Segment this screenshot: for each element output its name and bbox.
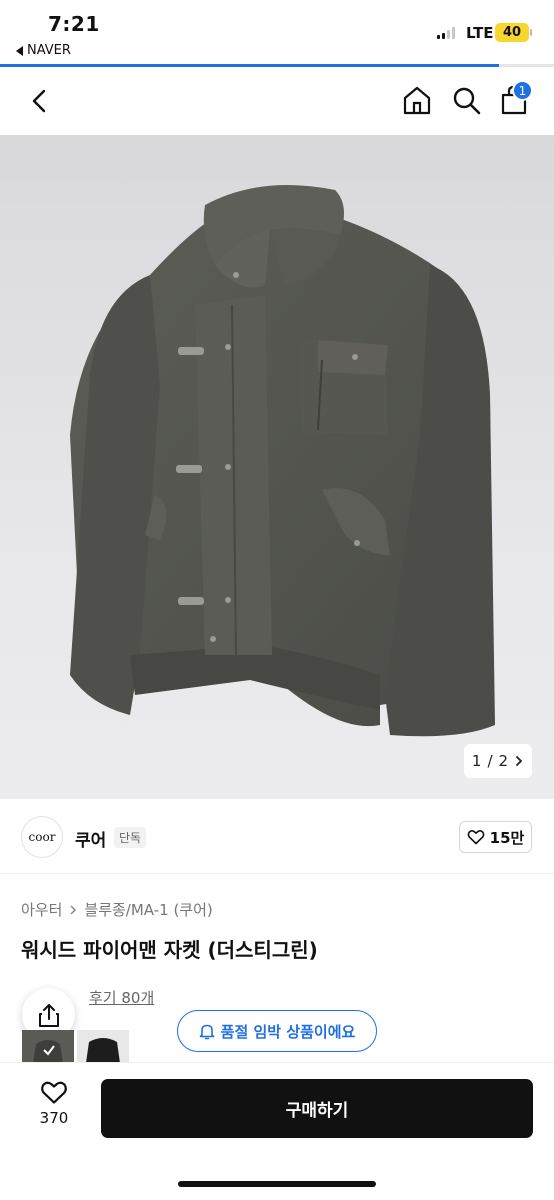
home-indicator	[178, 1181, 376, 1187]
low-stock-label: 품절 임박 상품이에요	[220, 1022, 356, 1041]
image-counter-total: 2	[498, 752, 509, 770]
signal-bar	[437, 35, 440, 39]
breadcrumb-subcategory[interactable]: 블루종/MA-1 (쿠어)	[84, 899, 212, 920]
search-icon[interactable]	[449, 83, 483, 117]
brand-like-button[interactable]: 15만	[459, 821, 532, 853]
signal-bar	[442, 33, 445, 39]
status-bar: 7:21 NAVER LTE 40	[0, 0, 554, 64]
battery-indicator: 40	[495, 23, 529, 42]
buy-button[interactable]: 구매하기	[101, 1079, 533, 1138]
image-counter-separator: /	[487, 752, 493, 770]
product-image[interactable]	[0, 135, 554, 799]
back-app-label: NAVER	[27, 43, 71, 58]
image-counter[interactable]: 1 / 2	[464, 744, 532, 778]
brand-logo[interactable]: coor	[21, 816, 63, 858]
back-to-app-link[interactable]: NAVER	[16, 43, 71, 58]
share-icon	[38, 1003, 59, 1027]
chevron-left-icon[interactable]	[24, 85, 56, 117]
heart-outline-icon	[41, 1081, 67, 1104]
cart-count-badge: 1	[512, 80, 533, 101]
brand-row: coor 쿠어 단독 15만	[0, 800, 554, 874]
network-type: LTE	[466, 24, 494, 42]
brand-like-count: 15만	[489, 828, 525, 847]
top-navigation	[0, 67, 554, 135]
home-icon[interactable]	[400, 83, 434, 117]
jacket-photo	[70, 185, 495, 737]
image-counter-current: 1	[471, 752, 482, 770]
signal-bar	[447, 30, 450, 39]
back-triangle-icon	[16, 45, 23, 56]
review-link[interactable]: 후기 80개	[89, 987, 154, 1008]
brand-name[interactable]: 쿠어	[75, 826, 106, 851]
wishlist-count: 370	[39, 1109, 69, 1127]
wishlist-button[interactable]: 370	[26, 1080, 82, 1140]
signal-strength-icon	[437, 27, 455, 39]
chevron-right-icon	[516, 756, 523, 766]
breadcrumb: 아우터 블루종/MA-1 (쿠어)	[21, 899, 213, 920]
signal-bar	[452, 27, 455, 39]
bell-icon	[199, 1024, 214, 1039]
breadcrumb-category[interactable]: 아우터	[21, 899, 62, 920]
status-time: 7:21	[48, 12, 100, 36]
product-title: 워시드 파이어맨 자켓 (더스티그린)	[21, 938, 318, 962]
exclusive-tag: 단독	[114, 827, 147, 848]
battery-cap	[530, 29, 532, 36]
chevron-right-icon	[70, 904, 77, 915]
heart-outline-icon	[467, 830, 485, 845]
low-stock-notice[interactable]: 품절 임박 상품이에요	[177, 1010, 377, 1052]
